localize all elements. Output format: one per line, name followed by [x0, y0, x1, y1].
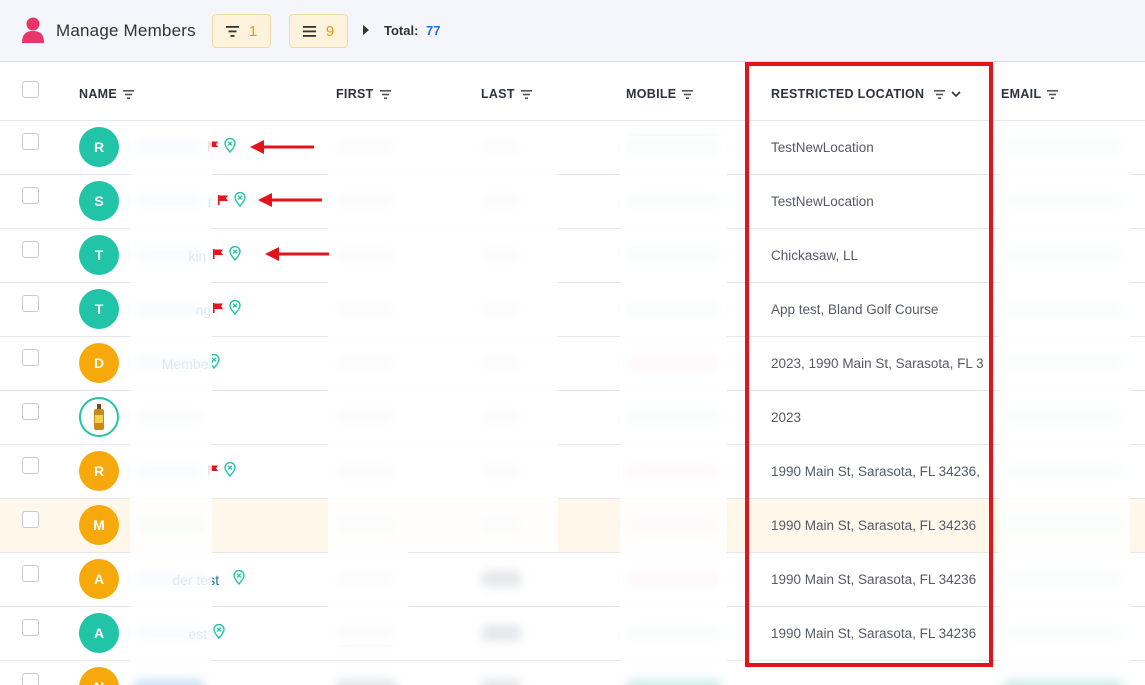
row-checkbox[interactable] — [22, 565, 39, 582]
table-header: NAME FIRST LAST MOBILE RESTRICTED LOCATI… — [0, 63, 1145, 121]
location-pin-icon[interactable] — [213, 624, 225, 639]
row-checkbox[interactable] — [22, 511, 39, 528]
location-pin-icon[interactable] — [229, 246, 241, 261]
avatar[interactable]: D — [79, 343, 119, 383]
redacted-cell — [336, 679, 396, 685]
member-status-icons — [218, 192, 246, 207]
filter-count: 1 — [248, 22, 258, 40]
flag-icon[interactable] — [218, 194, 228, 205]
row-checkbox[interactable] — [22, 349, 39, 366]
redacted-cell — [481, 571, 521, 587]
restricted-location-cell: 1990 Main St, Sarasota, FL 34236 — [771, 518, 977, 533]
restricted-location-cell: App test, Bland Golf Course — [771, 302, 939, 317]
restricted-location-cell: TestNewLocation — [771, 194, 874, 209]
caret-right-icon[interactable] — [362, 25, 370, 35]
flag-icon[interactable] — [213, 302, 223, 313]
avatar[interactable]: A — [79, 613, 119, 653]
table-row[interactable]: N — [0, 661, 1145, 685]
sort-icon[interactable] — [682, 89, 694, 99]
column-header-first[interactable]: FIRST — [336, 87, 391, 101]
location-pin-icon[interactable] — [224, 138, 236, 153]
restricted-location-cell: Chickasaw, LL — [771, 248, 859, 263]
redaction-mask — [130, 121, 212, 661]
filter-icon — [225, 25, 239, 37]
list-count-button[interactable]: 9 — [289, 14, 348, 48]
avatar[interactable]: R — [79, 127, 119, 167]
top-bar: Manage Members 1 9 Total: 77 — [0, 0, 1145, 62]
redacted-cell — [481, 625, 521, 641]
annotation-arrow — [250, 140, 314, 154]
row-checkbox[interactable] — [22, 619, 39, 636]
row-checkbox[interactable] — [22, 457, 39, 474]
member-status-icons — [213, 624, 225, 639]
sort-icon[interactable] — [520, 89, 532, 99]
redacted-cell — [1003, 679, 1123, 685]
restricted-location-cell: 1990 Main St, Sarasota, FL 34236 — [771, 626, 977, 641]
list-icon — [302, 25, 316, 37]
row-checkbox[interactable] — [22, 673, 39, 685]
avatar[interactable]: T — [79, 289, 119, 329]
chevron-down-icon[interactable] — [951, 90, 961, 98]
member-status-icons — [233, 570, 245, 585]
annotation-arrow — [258, 193, 322, 207]
page-title: Manage Members — [56, 21, 196, 40]
avatar-image[interactable] — [79, 397, 119, 437]
row-checkbox[interactable] — [22, 295, 39, 312]
member-status-icons — [208, 138, 236, 153]
sort-icon[interactable] — [934, 89, 946, 99]
redacted-cell — [481, 679, 521, 685]
sort-icon[interactable] — [1047, 89, 1059, 99]
row-checkbox[interactable] — [22, 187, 39, 204]
column-header-email[interactable]: EMAIL — [1001, 87, 1059, 101]
column-header-restricted-location[interactable]: RESTRICTED LOCATION — [771, 87, 961, 101]
member-status-icons — [213, 300, 241, 315]
avatar[interactable]: N — [79, 667, 119, 685]
list-count: 9 — [325, 22, 335, 40]
restricted-location-cell: 2023, 1990 Main St, Sarasota, FL 34236 — [771, 356, 983, 371]
avatar[interactable]: M — [79, 505, 119, 545]
restricted-location-cell: TestNewLocation — [771, 140, 874, 155]
redacted-name — [134, 679, 204, 685]
annotation-arrow — [265, 247, 329, 261]
sort-icon[interactable] — [123, 89, 135, 99]
redaction-mask — [408, 121, 558, 552]
column-header-mobile[interactable]: MOBILE — [626, 87, 694, 101]
avatar[interactable]: A — [79, 559, 119, 599]
column-header-name[interactable]: NAME — [79, 87, 135, 101]
avatar[interactable]: R — [79, 451, 119, 491]
location-pin-icon[interactable] — [234, 192, 246, 207]
restricted-location-cell: 1990 Main St, Sarasota, FL 34236, 2023 — [771, 464, 983, 479]
filter-count-button[interactable]: 1 — [212, 14, 271, 48]
avatar[interactable]: S — [79, 181, 119, 221]
location-pin-icon[interactable] — [233, 570, 245, 585]
restricted-location-cell: 1990 Main St, Sarasota, FL 34236 — [771, 572, 977, 587]
total-count: 77 — [426, 23, 441, 38]
avatar[interactable]: T — [79, 235, 119, 275]
flag-icon[interactable] — [213, 248, 223, 259]
member-status-icons — [213, 246, 241, 261]
redaction-mask — [620, 136, 727, 668]
user-icon — [22, 17, 44, 43]
location-pin-icon[interactable] — [224, 462, 236, 477]
redaction-mask — [999, 132, 1130, 662]
redaction-mask — [328, 121, 408, 645]
column-header-last[interactable]: LAST — [481, 87, 532, 101]
member-status-icons — [208, 462, 236, 477]
row-checkbox[interactable] — [22, 241, 39, 258]
row-checkbox[interactable] — [22, 403, 39, 420]
bottle-icon — [94, 404, 104, 430]
restricted-location-cell: 2023 — [771, 410, 802, 425]
redacted-cell — [626, 679, 721, 685]
total-label: Total: — [384, 23, 419, 38]
location-pin-icon[interactable] — [229, 300, 241, 315]
row-checkbox[interactable] — [22, 133, 39, 150]
sort-icon[interactable] — [379, 89, 391, 99]
select-all-checkbox[interactable] — [22, 81, 39, 98]
